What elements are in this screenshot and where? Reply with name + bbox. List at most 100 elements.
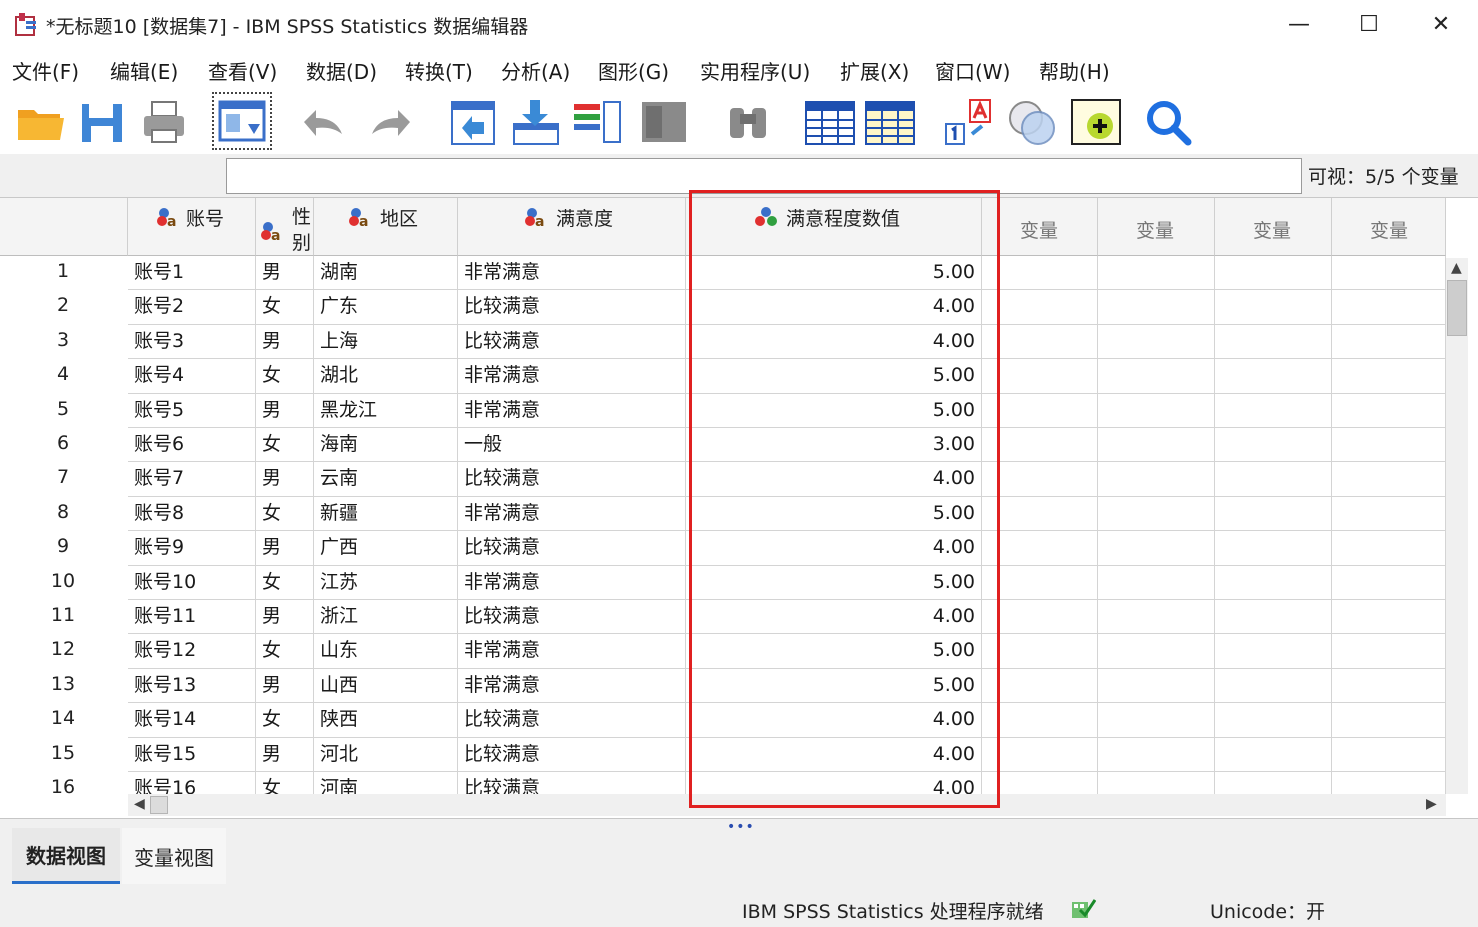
data-cell[interactable]: 非常满意 xyxy=(458,634,686,669)
close-button[interactable]: ✕ xyxy=(1406,0,1476,48)
menu-graphs[interactable]: 图形(G) xyxy=(598,56,669,85)
find-icon[interactable] xyxy=(720,94,776,150)
data-cell[interactable]: 账号16 xyxy=(128,772,256,794)
row-number[interactable]: 7 xyxy=(0,466,126,488)
tab-variable-view[interactable]: 变量视图 xyxy=(122,828,226,884)
data-cell[interactable]: 女 xyxy=(256,634,314,669)
data-cell[interactable]: 女 xyxy=(256,496,314,532)
vertical-scrollbar[interactable]: ▲ xyxy=(1446,258,1468,794)
column-header-satisfaction[interactable]: a 满意度 xyxy=(458,198,686,256)
undo-icon[interactable] xyxy=(294,94,350,150)
data-cell[interactable]: 女 xyxy=(256,565,314,600)
empty-cell[interactable] xyxy=(1332,359,1446,394)
empty-cell[interactable] xyxy=(1215,600,1332,635)
empty-cell[interactable] xyxy=(1332,634,1446,669)
menu-transform[interactable]: 转换(T) xyxy=(405,56,473,85)
menu-help[interactable]: 帮助(H) xyxy=(1039,56,1110,85)
empty-cell[interactable] xyxy=(1098,772,1215,794)
empty-cell[interactable] xyxy=(1332,496,1446,532)
empty-cell[interactable] xyxy=(1098,565,1215,600)
scroll-right-icon[interactable]: ▶ xyxy=(1426,796,1437,812)
menu-window[interactable]: 窗口(W) xyxy=(935,56,1010,85)
variables-icon[interactable] xyxy=(570,94,626,150)
row-number[interactable]: 2 xyxy=(0,294,126,316)
data-cell[interactable]: 非常满意 xyxy=(458,256,686,291)
row-number[interactable]: 5 xyxy=(0,398,126,420)
empty-cell[interactable] xyxy=(1215,737,1332,772)
data-cell[interactable]: 湖南 xyxy=(314,256,458,291)
menu-file[interactable]: 文件(F) xyxy=(12,56,79,85)
empty-cell[interactable] xyxy=(1098,737,1215,772)
data-cell[interactable]: 男 xyxy=(256,393,314,428)
empty-cell[interactable] xyxy=(1215,668,1332,704)
data-cell[interactable]: 非常满意 xyxy=(458,496,686,532)
weight-cases-icon[interactable] xyxy=(1004,94,1060,150)
empty-cell[interactable] xyxy=(1098,634,1215,669)
menu-data[interactable]: 数据(D) xyxy=(306,56,377,85)
select-cases-icon[interactable] xyxy=(1070,94,1126,150)
menu-analyze[interactable]: 分析(A) xyxy=(501,56,570,85)
row-number[interactable]: 11 xyxy=(0,604,126,626)
data-cell[interactable]: 男 xyxy=(256,737,314,772)
row-number[interactable]: 14 xyxy=(0,707,126,729)
empty-cell[interactable] xyxy=(1332,393,1446,428)
row-number[interactable]: 4 xyxy=(0,363,126,385)
empty-cell[interactable] xyxy=(1332,256,1446,291)
vertical-scroll-thumb[interactable] xyxy=(1447,280,1467,336)
data-cell[interactable]: 男 xyxy=(256,600,314,635)
data-cell[interactable]: 上海 xyxy=(314,324,458,360)
row-number[interactable]: 8 xyxy=(0,501,126,523)
menu-edit[interactable]: 编辑(E) xyxy=(110,56,178,85)
empty-cell[interactable] xyxy=(1098,703,1215,738)
open-folder-icon[interactable] xyxy=(12,94,68,150)
search-icon[interactable] xyxy=(1140,94,1196,150)
horizontal-scroll-thumb[interactable] xyxy=(150,796,168,814)
insert-variable-icon[interactable] xyxy=(862,94,918,150)
data-cell[interactable]: 男 xyxy=(256,531,314,566)
empty-cell[interactable] xyxy=(1332,703,1446,738)
data-cell[interactable]: 比较满意 xyxy=(458,324,686,360)
data-cell[interactable]: 比较满意 xyxy=(458,290,686,325)
data-cell[interactable]: 山东 xyxy=(314,634,458,669)
empty-cell[interactable] xyxy=(1098,668,1215,704)
column-header-empty[interactable]: 变量 xyxy=(1215,198,1332,256)
empty-cell[interactable] xyxy=(1215,703,1332,738)
data-cell[interactable]: 比较满意 xyxy=(458,462,686,497)
data-cell[interactable]: 湖北 xyxy=(314,359,458,394)
empty-cell[interactable] xyxy=(1332,428,1446,463)
data-cell[interactable]: 一般 xyxy=(458,428,686,463)
menu-utilities[interactable]: 实用程序(U) xyxy=(700,56,810,85)
column-header-gender[interactable]: a 性别 xyxy=(256,198,314,256)
data-cell[interactable]: 浙江 xyxy=(314,600,458,635)
data-cell[interactable]: 比较满意 xyxy=(458,600,686,635)
data-cell[interactable]: 账号3 xyxy=(128,324,256,360)
empty-cell[interactable] xyxy=(1332,772,1446,794)
empty-cell[interactable] xyxy=(1098,393,1215,428)
row-number[interactable]: 13 xyxy=(0,673,126,695)
empty-cell[interactable] xyxy=(1215,565,1332,600)
data-cell[interactable]: 账号2 xyxy=(128,290,256,325)
empty-cell[interactable] xyxy=(1215,634,1332,669)
data-cell[interactable]: 山西 xyxy=(314,668,458,704)
data-cell[interactable]: 账号6 xyxy=(128,428,256,463)
run-descriptives-icon[interactable] xyxy=(636,94,692,150)
empty-cell[interactable] xyxy=(1332,290,1446,325)
data-cell[interactable]: 非常满意 xyxy=(458,565,686,600)
goto-case-icon[interactable] xyxy=(444,94,500,150)
menu-extensions[interactable]: 扩展(X) xyxy=(840,56,909,85)
data-cell[interactable]: 新疆 xyxy=(314,496,458,532)
data-cell[interactable]: 比较满意 xyxy=(458,772,686,794)
cell-value-editor[interactable] xyxy=(226,158,1302,194)
data-cell[interactable]: 比较满意 xyxy=(458,737,686,772)
scroll-left-icon[interactable]: ◀ xyxy=(134,796,145,812)
data-cell[interactable]: 账号5 xyxy=(128,393,256,428)
data-cell[interactable]: 广西 xyxy=(314,531,458,566)
row-number[interactable]: 9 xyxy=(0,535,126,557)
empty-cell[interactable] xyxy=(1098,359,1215,394)
insert-cases-icon[interactable] xyxy=(802,94,858,150)
maximize-button[interactable]: ☐ xyxy=(1334,0,1404,48)
empty-cell[interactable] xyxy=(1098,428,1215,463)
row-number[interactable]: 1 xyxy=(0,260,126,282)
empty-cell[interactable] xyxy=(1215,531,1332,566)
data-cell[interactable]: 账号15 xyxy=(128,737,256,772)
